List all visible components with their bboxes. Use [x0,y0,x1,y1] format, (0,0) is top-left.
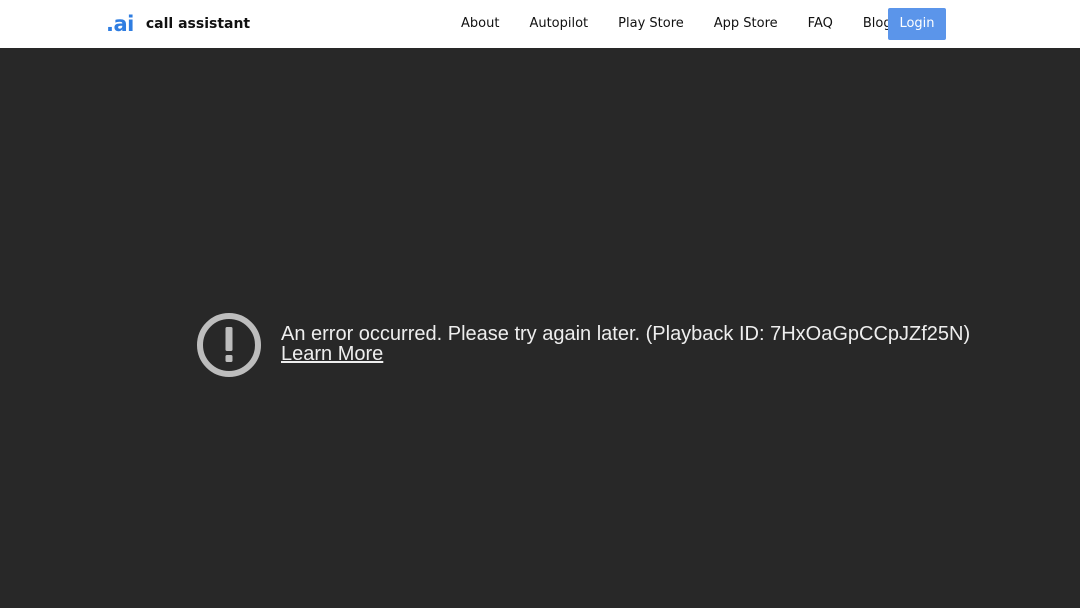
error-icon-bar [225,327,233,351]
error-message: An error occurred. Please try again late… [281,323,971,345]
error-icon-dot [225,355,233,362]
main-nav: About Autopilot Play Store App Store FAQ… [446,0,907,48]
logo-ai: ai [113,12,134,36]
nav-link-app-store[interactable]: App Store [699,0,793,48]
nav-link-autopilot[interactable]: Autopilot [514,0,603,48]
logo-text: call assistant [145,16,251,32]
nav-link-play-store[interactable]: Play Store [603,0,699,48]
nav-link-about[interactable]: About [446,0,514,48]
logo[interactable]: .ai call assistant [106,12,250,36]
site-header: .ai call assistant About Autopilot Play … [0,0,1080,48]
login-button[interactable]: Login [888,8,946,40]
nav-link-faq[interactable]: FAQ [793,0,848,48]
video-player[interactable]: An error occurred. Please try again late… [0,48,1080,608]
error-exclamation-icon [197,313,261,377]
logo-mark: .ai [106,12,134,36]
learn-more-link[interactable]: Learn More [281,342,383,366]
